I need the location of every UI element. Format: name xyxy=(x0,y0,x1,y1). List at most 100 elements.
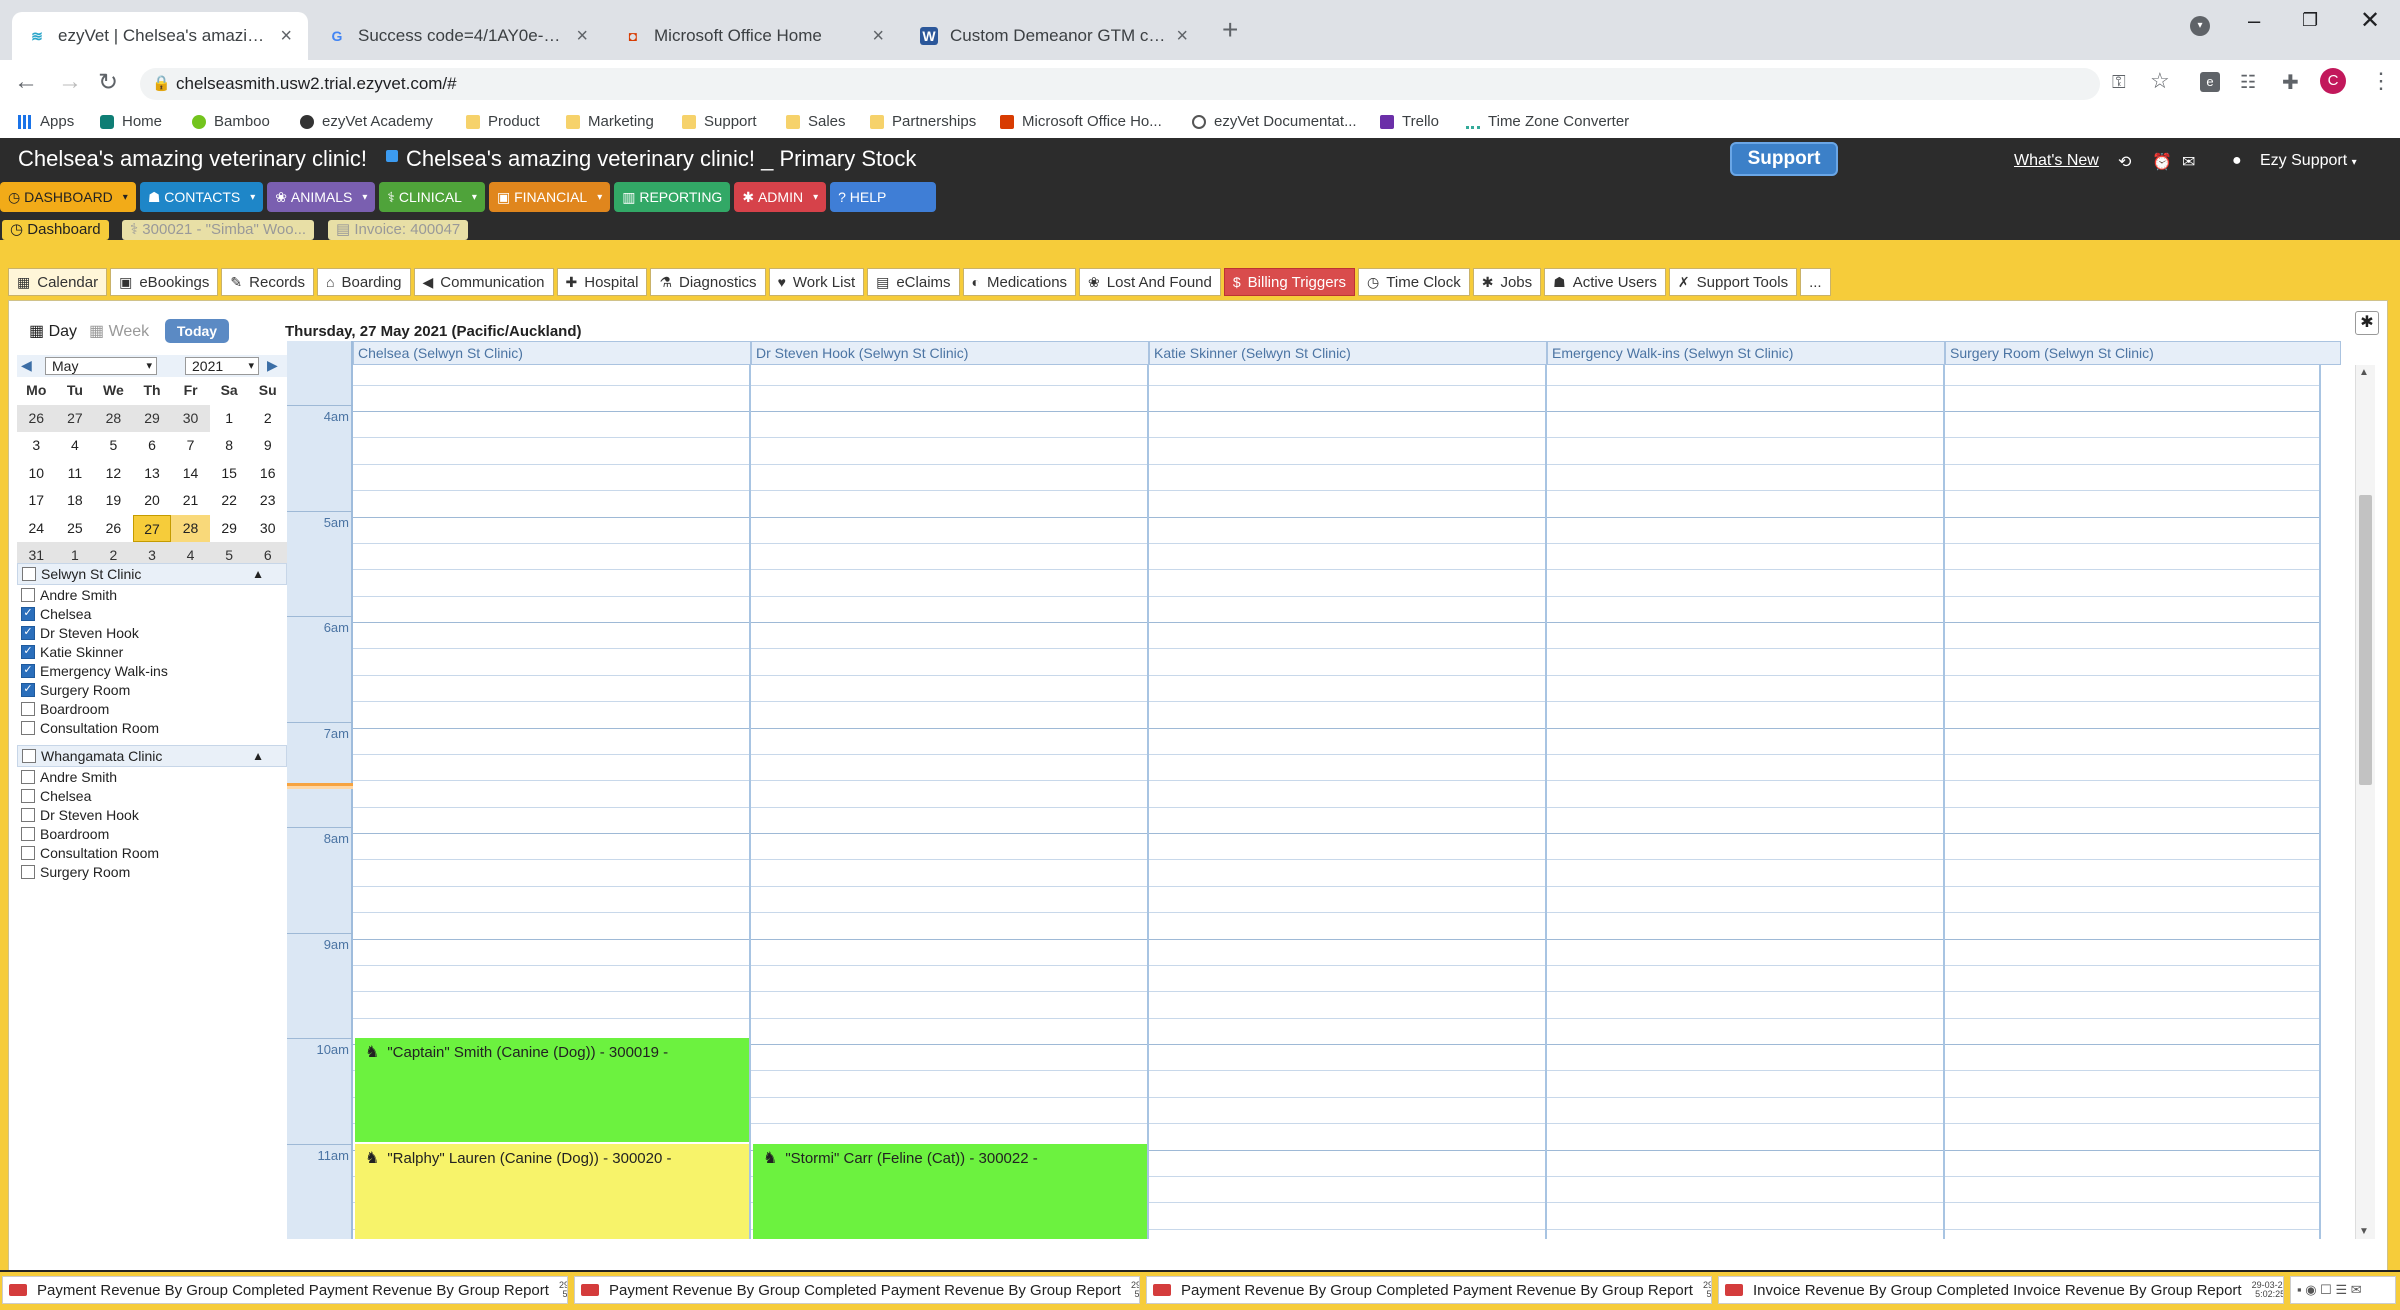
prev-month-icon[interactable]: ◀ xyxy=(21,357,32,374)
calendar-day[interactable]: 29 xyxy=(209,514,249,542)
calendar-day[interactable]: 4 xyxy=(55,432,95,460)
calendar-day[interactable]: 27 xyxy=(55,404,95,432)
module-help[interactable]: ? HELP xyxy=(830,182,937,212)
tab-records[interactable]: ✎ Records xyxy=(221,268,314,296)
calendar-day[interactable]: 12 xyxy=(94,459,133,487)
resource-checkbox-row[interactable]: Boardroom xyxy=(17,824,287,843)
tab-jobs[interactable]: ✱ Jobs xyxy=(1472,268,1542,296)
forward-icon[interactable]: → xyxy=(58,68,82,96)
module-admin[interactable]: ✱ ADMIN ▾ xyxy=(734,182,827,212)
tab-diagnostics[interactable]: ⚗ Diagnostics xyxy=(650,268,766,296)
calendar-day[interactable]: 7 xyxy=(171,432,210,460)
calendar-day[interactable]: 26 xyxy=(17,404,56,432)
checkbox[interactable]: ✓ xyxy=(21,663,35,678)
calendar-day[interactable]: 5 xyxy=(94,432,133,460)
breadcrumb-invoice[interactable]: ▤ Invoice: 400047 xyxy=(328,220,469,240)
calendar-day[interactable]: 9 xyxy=(248,432,287,460)
module-dashboard[interactable]: ◷ DASHBOARD ▾ xyxy=(0,182,136,212)
resource-checkbox-row[interactable]: Consultation Room xyxy=(17,843,287,862)
calendar-day[interactable]: 20 xyxy=(132,487,172,515)
close-icon[interactable]: × xyxy=(576,25,588,48)
calendar-day[interactable]: 1 xyxy=(209,404,249,432)
chevron-down-icon[interactable]: ▾ xyxy=(597,192,602,203)
reload-icon[interactable]: ↻ xyxy=(98,68,118,97)
bookmark-bamboo[interactable]: Bamboo xyxy=(192,113,270,130)
resource-group-header[interactable]: Whangamata Clinic ▲ xyxy=(17,745,287,767)
chevron-down-icon[interactable]: ▾ xyxy=(123,192,128,203)
appointment[interactable]: ♞ "Captain" Smith (Canine (Dog)) - 300019… xyxy=(355,1038,749,1142)
resource-checkbox-row[interactable]: Andre Smith xyxy=(17,585,287,604)
tab-hospital[interactable]: ✚ Hospital xyxy=(556,268,648,296)
resource-checkbox-row[interactable]: ✓ Chelsea xyxy=(17,604,287,623)
bookmark-product[interactable]: Product xyxy=(466,113,540,130)
module-contacts[interactable]: ☗ CONTACTS ▾ xyxy=(139,182,264,212)
alarm-icon[interactable]: ⏰ xyxy=(2152,152,2172,172)
calendar-day[interactable]: 28 xyxy=(171,514,210,542)
group-checkbox[interactable] xyxy=(22,567,36,581)
column-header[interactable]: Katie Skinner (Selwyn St Clinic) xyxy=(1149,341,1547,365)
resource-checkbox-row[interactable]: Boardroom xyxy=(17,699,287,718)
next-month-icon[interactable]: ▶ xyxy=(267,357,278,374)
calendar-day[interactable]: 23 xyxy=(248,487,287,515)
resource-checkbox-row[interactable]: Andre Smith xyxy=(17,767,287,786)
history-icon[interactable]: ⟲ xyxy=(2118,152,2131,172)
calendar-day[interactable]: 13 xyxy=(132,459,172,487)
close-icon[interactable]: × xyxy=(280,25,292,48)
browser-menu-icon[interactable]: ⋮ xyxy=(2370,68,2392,94)
resource-column[interactable] xyxy=(1547,365,1945,1239)
resource-checkbox-row[interactable]: ✓ Katie Skinner xyxy=(17,642,287,661)
tab-support-tools[interactable]: ✗ Support Tools xyxy=(1668,268,1798,296)
bookmark-ezyvet-docs[interactable]: ezyVet Documentat... xyxy=(1192,113,1357,130)
tab-billing-triggers[interactable]: $ Billing Triggers xyxy=(1223,268,1356,296)
resource-checkbox-row[interactable]: Consultation Room xyxy=(17,718,287,737)
report-task[interactable]: Payment Revenue By Group Completed Payme… xyxy=(574,1276,1140,1304)
module-reporting[interactable]: ▥ REPORTING xyxy=(614,182,731,212)
checkbox[interactable] xyxy=(21,701,35,716)
report-task[interactable]: Payment Revenue By Group Completed Payme… xyxy=(1146,1276,1712,1304)
calendar-day[interactable]: 17 xyxy=(17,487,56,515)
scroll-down-icon[interactable]: ▼ xyxy=(2359,1226,2369,1237)
calendar-day[interactable]: 30 xyxy=(248,514,287,542)
back-icon[interactable]: ← xyxy=(14,68,38,96)
calendar-day[interactable]: 10 xyxy=(17,459,56,487)
tab-eclaims[interactable]: ▤ eClaims xyxy=(867,268,960,296)
resource-checkbox-row[interactable]: ✓ Emergency Walk-ins xyxy=(17,661,287,680)
calendar-day[interactable]: 22 xyxy=(209,487,249,515)
tab-calendar[interactable]: ▦ Calendar xyxy=(8,268,108,296)
chevron-down-icon[interactable]: ▾ xyxy=(813,192,818,203)
mail-icon[interactable]: ✉ xyxy=(2182,152,2195,172)
resource-checkbox-row[interactable]: Dr Steven Hook xyxy=(17,805,287,824)
view-day-button[interactable]: ▦ Day xyxy=(29,321,77,341)
bookmark-trello[interactable]: Trello xyxy=(1380,113,1439,130)
settings-gear-icon[interactable]: ✱ xyxy=(2355,311,2379,335)
module-animals[interactable]: ❀ ANIMALS ▾ xyxy=(267,182,376,212)
extension-e-icon[interactable]: e xyxy=(2200,72,2220,92)
resource-column[interactable] xyxy=(1945,365,2321,1239)
browser-tab-google[interactable]: G Success code=4/1AY0e-g7X0JHC × xyxy=(312,12,604,60)
scroll-up-icon[interactable]: ▲ xyxy=(2359,367,2369,378)
calendar-day[interactable]: 8 xyxy=(209,432,249,460)
calendar-day[interactable]: 25 xyxy=(55,514,95,542)
resource-group-header[interactable]: Selwyn St Clinic ▲ xyxy=(17,563,287,585)
checkbox[interactable] xyxy=(21,807,35,822)
tab-search-icon[interactable]: ▾ xyxy=(2190,16,2210,36)
checkbox[interactable]: ✓ xyxy=(21,644,35,659)
column-header[interactable]: Chelsea (Selwyn St Clinic) xyxy=(353,341,751,365)
module-clinical[interactable]: ⚕ CLINICAL ▾ xyxy=(379,182,485,212)
bookmark-home[interactable]: Home xyxy=(100,113,162,130)
checkbox[interactable] xyxy=(21,769,35,784)
calendar-day[interactable]: 14 xyxy=(171,459,210,487)
calendar-day[interactable]: 18 xyxy=(55,487,95,515)
tab-active-users[interactable]: ☗ Active Users xyxy=(1544,268,1666,296)
tab-ebookings[interactable]: ▣ eBookings xyxy=(110,268,219,296)
calendar-day[interactable]: 26 xyxy=(94,514,133,542)
new-tab-icon[interactable]: + xyxy=(1222,14,1238,46)
resource-checkbox-row[interactable]: ✓ Surgery Room xyxy=(17,680,287,699)
checkbox[interactable]: ✓ xyxy=(21,682,35,697)
close-icon[interactable]: × xyxy=(1176,25,1188,48)
tab-time-clock[interactable]: ◷ Time Clock xyxy=(1358,268,1470,296)
chevron-down-icon[interactable]: ▾ xyxy=(362,192,367,203)
calendar-day[interactable]: 11 xyxy=(55,459,95,487)
calendar-day[interactable]: 24 xyxy=(17,514,56,542)
support-button[interactable]: Support xyxy=(1730,142,1838,176)
